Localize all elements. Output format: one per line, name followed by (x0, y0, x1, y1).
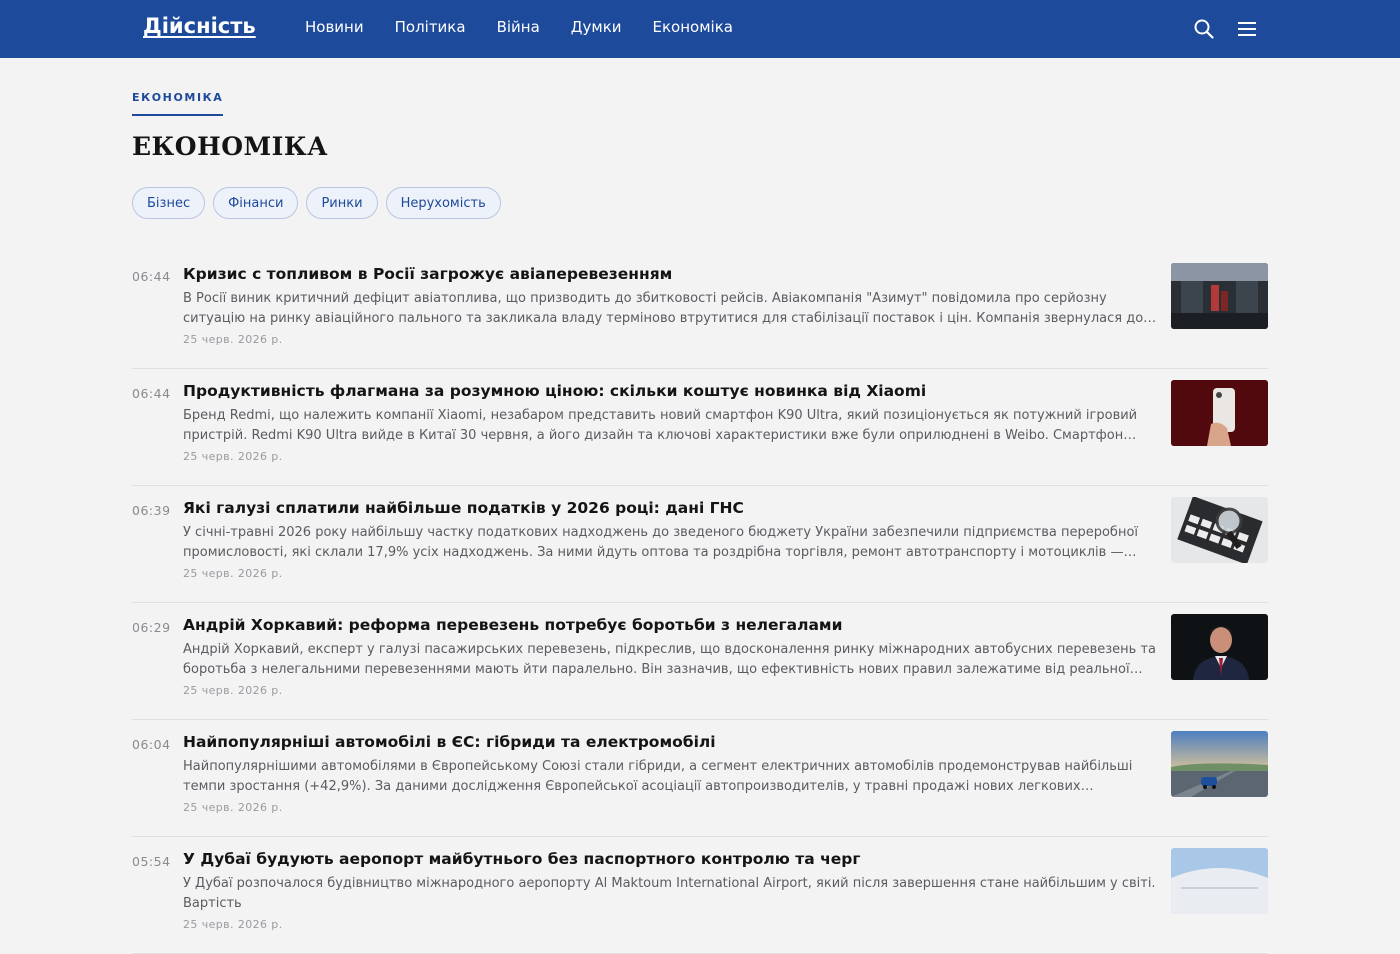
article-summary: В Росії виник критичний дефіцит авіатопл… (183, 291, 1144, 326)
article-date: 25 черв. 2026 р. (183, 918, 283, 931)
article-title[interactable]: Андрій Хоркавий: реформа перевезень потр… (183, 614, 1157, 636)
article-time: 06:29 (132, 620, 171, 635)
page-title: ЕКОНОМІКА (132, 132, 328, 161)
article-date: 25 черв. 2026 р. (183, 684, 283, 697)
article-summary: Бренд Redmi, що належить компанії Xiaomi… (183, 408, 1138, 443)
hamburger-menu-icon[interactable] (1236, 18, 1258, 40)
subcategory-chips: Бізнес Фінанси Ринки Нерухомість (132, 187, 1268, 219)
chip-markets[interactable]: Ринки (306, 187, 378, 219)
portrait-thumbnail[interactable] (1171, 614, 1268, 680)
article-summary: У січні-травні 2026 року найбільшу частк… (183, 525, 1139, 560)
article-list: 06:44 Кризис с топливом в Росії загрожує… (132, 252, 1268, 954)
article-date: 25 черв. 2026 р. (183, 567, 283, 580)
article-title[interactable]: У Дубаї будують аеропорт майбутнього без… (183, 848, 1157, 870)
breadcrumb[interactable]: ЕКОНОМІКА (132, 91, 224, 116)
article-title[interactable]: Найпопулярніші автомобілі в ЄС: гібриди … (183, 731, 1157, 753)
article-summary: Андрій Хоркавий, експерт у галузі пасажи… (183, 642, 1157, 677)
site-logo[interactable]: Дійсність (143, 14, 256, 38)
search-icon[interactable] (1193, 18, 1215, 40)
chip-real-estate[interactable]: Нерухомість (385, 187, 501, 219)
article-time: 06:04 (132, 737, 171, 752)
main-content: ЕКОНОМІКА ЕКОНОМІКА Бізнес Фінанси Ринки… (132, 58, 1268, 954)
main-nav: Новини Політика Війна Думки Економіка (305, 18, 733, 36)
nav-item-war[interactable]: Війна (497, 18, 540, 36)
article-time: 06:44 (132, 386, 171, 401)
article-item: 06:44 Продуктивність флагмана за розумно… (132, 369, 1268, 486)
article-date: 25 черв. 2026 р. (183, 450, 283, 463)
calculator-thumbnail[interactable] (1171, 497, 1268, 563)
article-title[interactable]: Кризис с топливом в Росії загрожує авіап… (183, 263, 1157, 285)
article-item: 06:04 Найпопулярніші автомобілі в ЄС: гі… (132, 720, 1268, 837)
article-time: 05:54 (132, 854, 171, 869)
article-date: 25 черв. 2026 р. (183, 333, 283, 346)
nav-item-opinions[interactable]: Думки (571, 18, 622, 36)
airplane-cabin-thumbnail[interactable] (1171, 263, 1268, 329)
article-item: 06:39 Які галузі сплатили найбільше пода… (132, 486, 1268, 603)
nav-item-politics[interactable]: Політика (395, 18, 466, 36)
article-title[interactable]: Які галузі сплатили найбільше податків у… (183, 497, 1157, 519)
article-summary: Найпопулярнішими автомобілями в Європейс… (183, 759, 1133, 794)
article-title[interactable]: Продуктивність флагмана за розумною ціно… (183, 380, 1157, 402)
top-navigation-bar: Дійсність Новини Політика Війна Думки Ек… (0, 0, 1400, 58)
nav-item-economy[interactable]: Економіка (653, 18, 733, 36)
article-time: 06:39 (132, 503, 171, 518)
airport-thumbnail[interactable] (1171, 848, 1268, 914)
article-time: 06:44 (132, 269, 171, 284)
nav-item-news[interactable]: Новини (305, 18, 364, 36)
article-item: 06:44 Кризис с топливом в Росії загрожує… (132, 252, 1268, 369)
car-on-road-thumbnail[interactable] (1171, 731, 1268, 797)
article-date: 25 черв. 2026 р. (183, 801, 283, 814)
article-item: 05:54 У Дубаї будують аеропорт майбутньо… (132, 837, 1268, 954)
article-item: 06:29 Андрій Хоркавий: реформа перевезен… (132, 603, 1268, 720)
chip-business[interactable]: Бізнес (132, 187, 206, 219)
article-summary: У Дубаї розпочалося будівництво міжнарод… (183, 876, 1156, 911)
chip-finance[interactable]: Фінанси (213, 187, 299, 219)
smartphone-thumbnail[interactable] (1171, 380, 1268, 446)
